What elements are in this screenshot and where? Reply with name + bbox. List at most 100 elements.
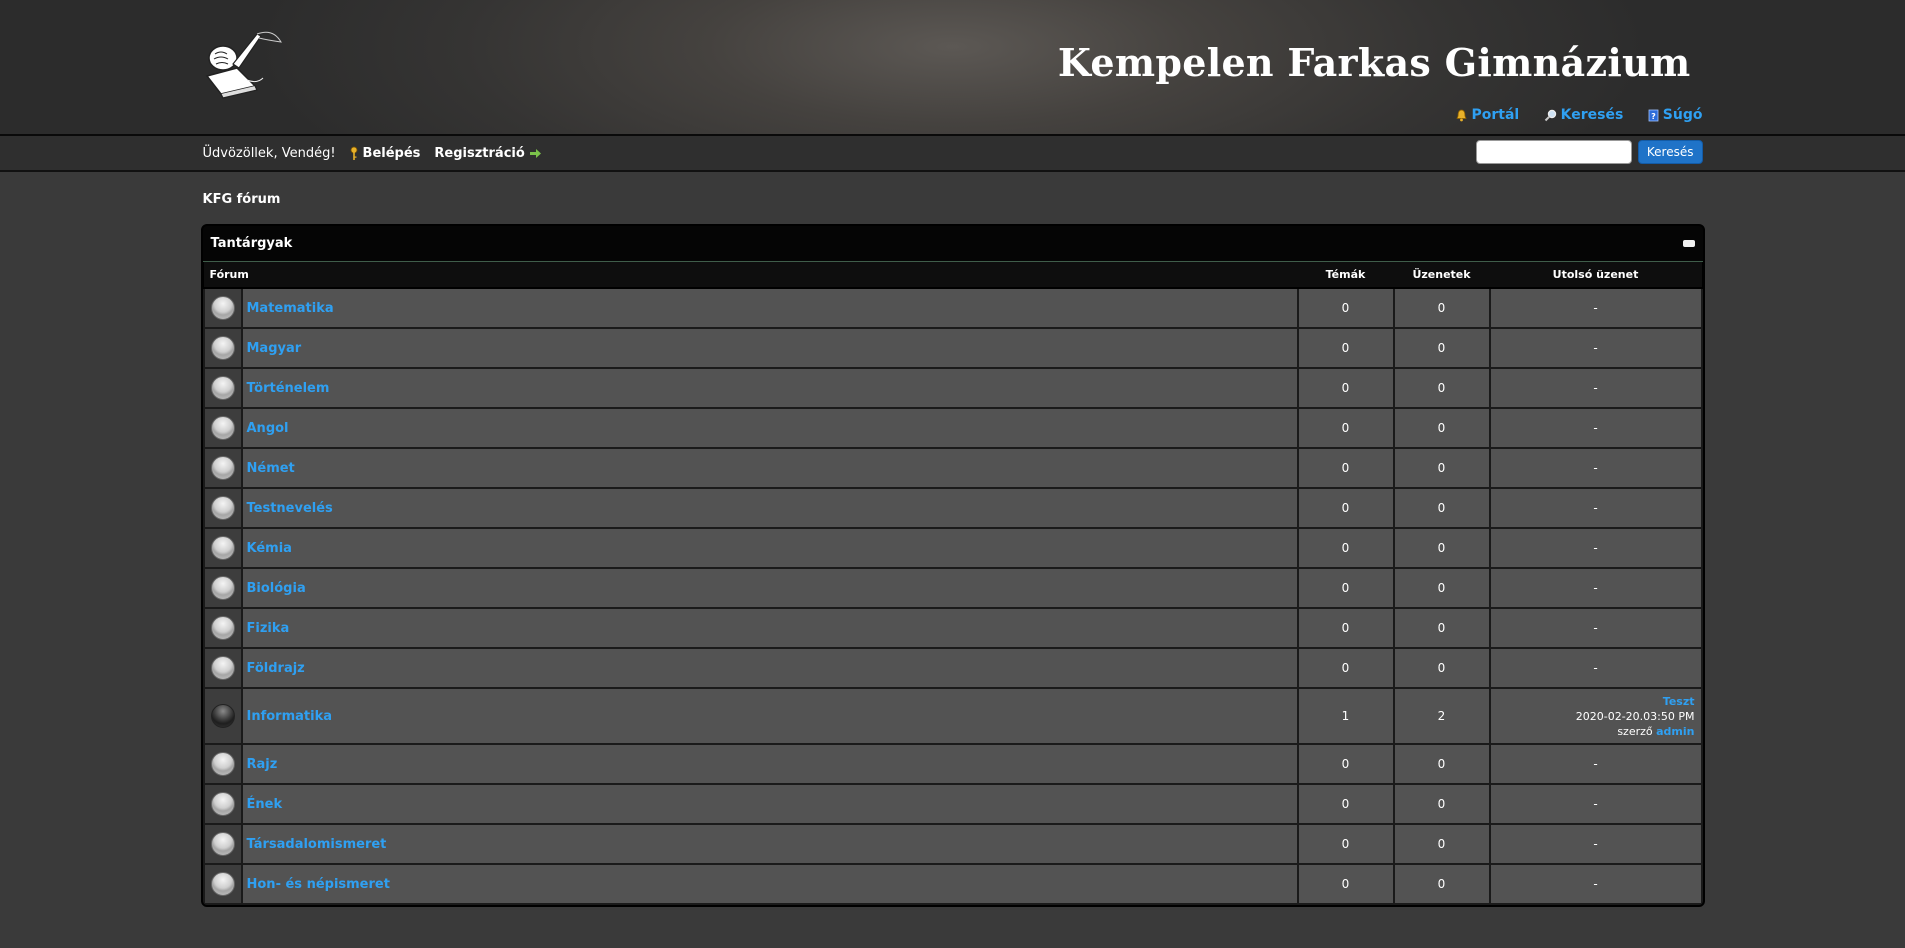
forum-link[interactable]: Kémia (247, 541, 292, 556)
column-header-forum: Fórum (203, 262, 1298, 289)
forum-status-icon (210, 456, 235, 480)
forum-status-cell (202, 287, 243, 329)
forum-status-cell (202, 823, 243, 865)
search-input[interactable] (1475, 140, 1632, 164)
forum-link[interactable]: Ének (247, 797, 283, 812)
search-link[interactable]: Keresés (1544, 107, 1623, 123)
collapse-icon[interactable] (1682, 240, 1695, 247)
search-button[interactable]: Keresés (1637, 140, 1703, 164)
forum-row: Testnevelés 0 0- (202, 487, 1703, 529)
forum-last-post-cell: - (1488, 327, 1703, 369)
forum-last-post-cell: - (1488, 367, 1703, 409)
forum-posts-count: 2 (1392, 687, 1491, 745)
forum-topics-count: 0 (1296, 783, 1395, 825)
forum-status-cell (202, 527, 243, 569)
help-link-label: Súgó (1662, 107, 1703, 123)
category-title[interactable]: Tantárgyak (211, 236, 293, 251)
forum-row: Hon- és népismeret 0 0- (202, 863, 1703, 905)
forum-status-cell (202, 327, 243, 369)
register-link[interactable]: Regisztráció (434, 145, 541, 161)
help-link[interactable]: ? Súgó (1648, 107, 1703, 123)
forum-status-icon (210, 416, 235, 440)
forum-name-cell: Földrajz (240, 647, 1299, 689)
forum-last-post-cell: - (1488, 743, 1703, 785)
forum-link[interactable]: Angol (247, 421, 289, 436)
portal-link[interactable]: Portál (1456, 107, 1519, 123)
forum-link[interactable]: Német (247, 461, 295, 476)
forum-link[interactable]: Biológia (247, 581, 306, 596)
forum-status-cell (202, 447, 243, 489)
forum-name-cell: Angol (240, 407, 1299, 449)
search-form: Keresés (1475, 140, 1703, 164)
forum-topics-count: 0 (1296, 527, 1395, 569)
column-header-topics: Témák (1297, 262, 1394, 289)
forum-posts-count: 0 (1392, 287, 1491, 329)
forum-posts-count: 0 (1392, 327, 1491, 369)
forum-status-cell (202, 607, 243, 649)
forum-last-post-cell: - (1488, 607, 1703, 649)
forum-link[interactable]: Testnevelés (247, 501, 333, 516)
login-label: Belépés (362, 145, 421, 161)
forum-link[interactable]: Magyar (247, 341, 302, 356)
forum-row: Informatika 1 2 Teszt 2020-02-20.03:50 PM sze… (202, 687, 1703, 745)
forum-table: Fórum Témák Üzenetek Utolsó üzenet Matem… (202, 262, 1703, 905)
forum-topics-count: 0 (1296, 863, 1395, 905)
forum-status-cell (202, 407, 243, 449)
forum-posts-count: 0 (1392, 407, 1491, 449)
forum-link[interactable]: Történelem (247, 381, 330, 396)
help-book-icon: ? (1648, 109, 1659, 121)
forum-row: Biológia 0 0- (202, 567, 1703, 609)
forum-name-cell: Kémia (240, 527, 1299, 569)
forum-last-post-cell: - (1488, 487, 1703, 529)
forum-link[interactable]: Informatika (247, 709, 333, 724)
forum-link[interactable]: Fizika (247, 621, 290, 636)
forum-name-cell: Informatika (240, 687, 1299, 745)
forum-status-cell (202, 743, 243, 785)
forum-status-cell (202, 687, 243, 745)
forum-link[interactable]: Rajz (247, 757, 278, 772)
header: Kempelen Farkas Gimnázium Portál Keresés… (0, 0, 1905, 136)
forum-last-post-cell: Teszt 2020-02-20.03:50 PM szerző admin (1488, 687, 1703, 745)
forum-posts-count: 0 (1392, 527, 1491, 569)
forum-name-cell: Történelem (240, 367, 1299, 409)
forum-link[interactable]: Hon- és népismeret (247, 877, 390, 892)
login-link[interactable]: Belépés (350, 145, 421, 161)
top-links: Portál Keresés ? Súgó (1436, 107, 1703, 126)
last-post-title-link[interactable]: Teszt (1663, 695, 1695, 708)
column-header-last-post: Utolsó üzenet (1489, 262, 1702, 289)
breadcrumb[interactable]: KFG fórum (203, 172, 1703, 207)
forum-row: Kémia 0 0- (202, 527, 1703, 569)
quill-logo-icon[interactable] (203, 28, 283, 100)
forum-row: Történelem 0 0- (202, 367, 1703, 409)
forum-last-post-cell: - (1488, 647, 1703, 689)
forum-status-icon (210, 376, 235, 400)
forum-link[interactable]: Földrajz (247, 661, 305, 676)
forum-status-cell (202, 487, 243, 529)
forum-category: Tantárgyak Fórum Témák Üzenetek Utolsó ü… (200, 224, 1705, 907)
forum-status-icon (210, 872, 235, 896)
forum-posts-count: 0 (1392, 487, 1491, 529)
last-post-author-link[interactable]: admin (1656, 725, 1694, 738)
forum-topics-count: 0 (1296, 823, 1395, 865)
forum-topics-count: 0 (1296, 487, 1395, 529)
forum-posts-count: 0 (1392, 647, 1491, 689)
forum-status-icon (210, 616, 235, 640)
forum-posts-count: 0 (1392, 783, 1491, 825)
forum-status-cell (202, 567, 243, 609)
last-post-by-label: szerző (1617, 724, 1653, 738)
forum-link[interactable]: Társadalomismeret (247, 837, 387, 852)
forum-last-post-cell: - (1488, 287, 1703, 329)
forum-last-post-cell: - (1488, 527, 1703, 569)
svg-text:?: ? (1651, 112, 1656, 121)
arrow-right-icon (529, 148, 541, 158)
register-label: Regisztráció (434, 145, 525, 161)
forum-topics-count: 0 (1296, 607, 1395, 649)
forum-status-icon (210, 496, 235, 520)
forum-link[interactable]: Matematika (247, 301, 334, 316)
forum-last-post-cell: - (1488, 407, 1703, 449)
forum-row: Fizika 0 0- (202, 607, 1703, 649)
forum-topics-count: 0 (1296, 567, 1395, 609)
forum-row: Ének 0 0- (202, 783, 1703, 825)
forum-last-post-cell: - (1488, 863, 1703, 905)
site-title: Kempelen Farkas Gimnázium (1057, 40, 1691, 85)
